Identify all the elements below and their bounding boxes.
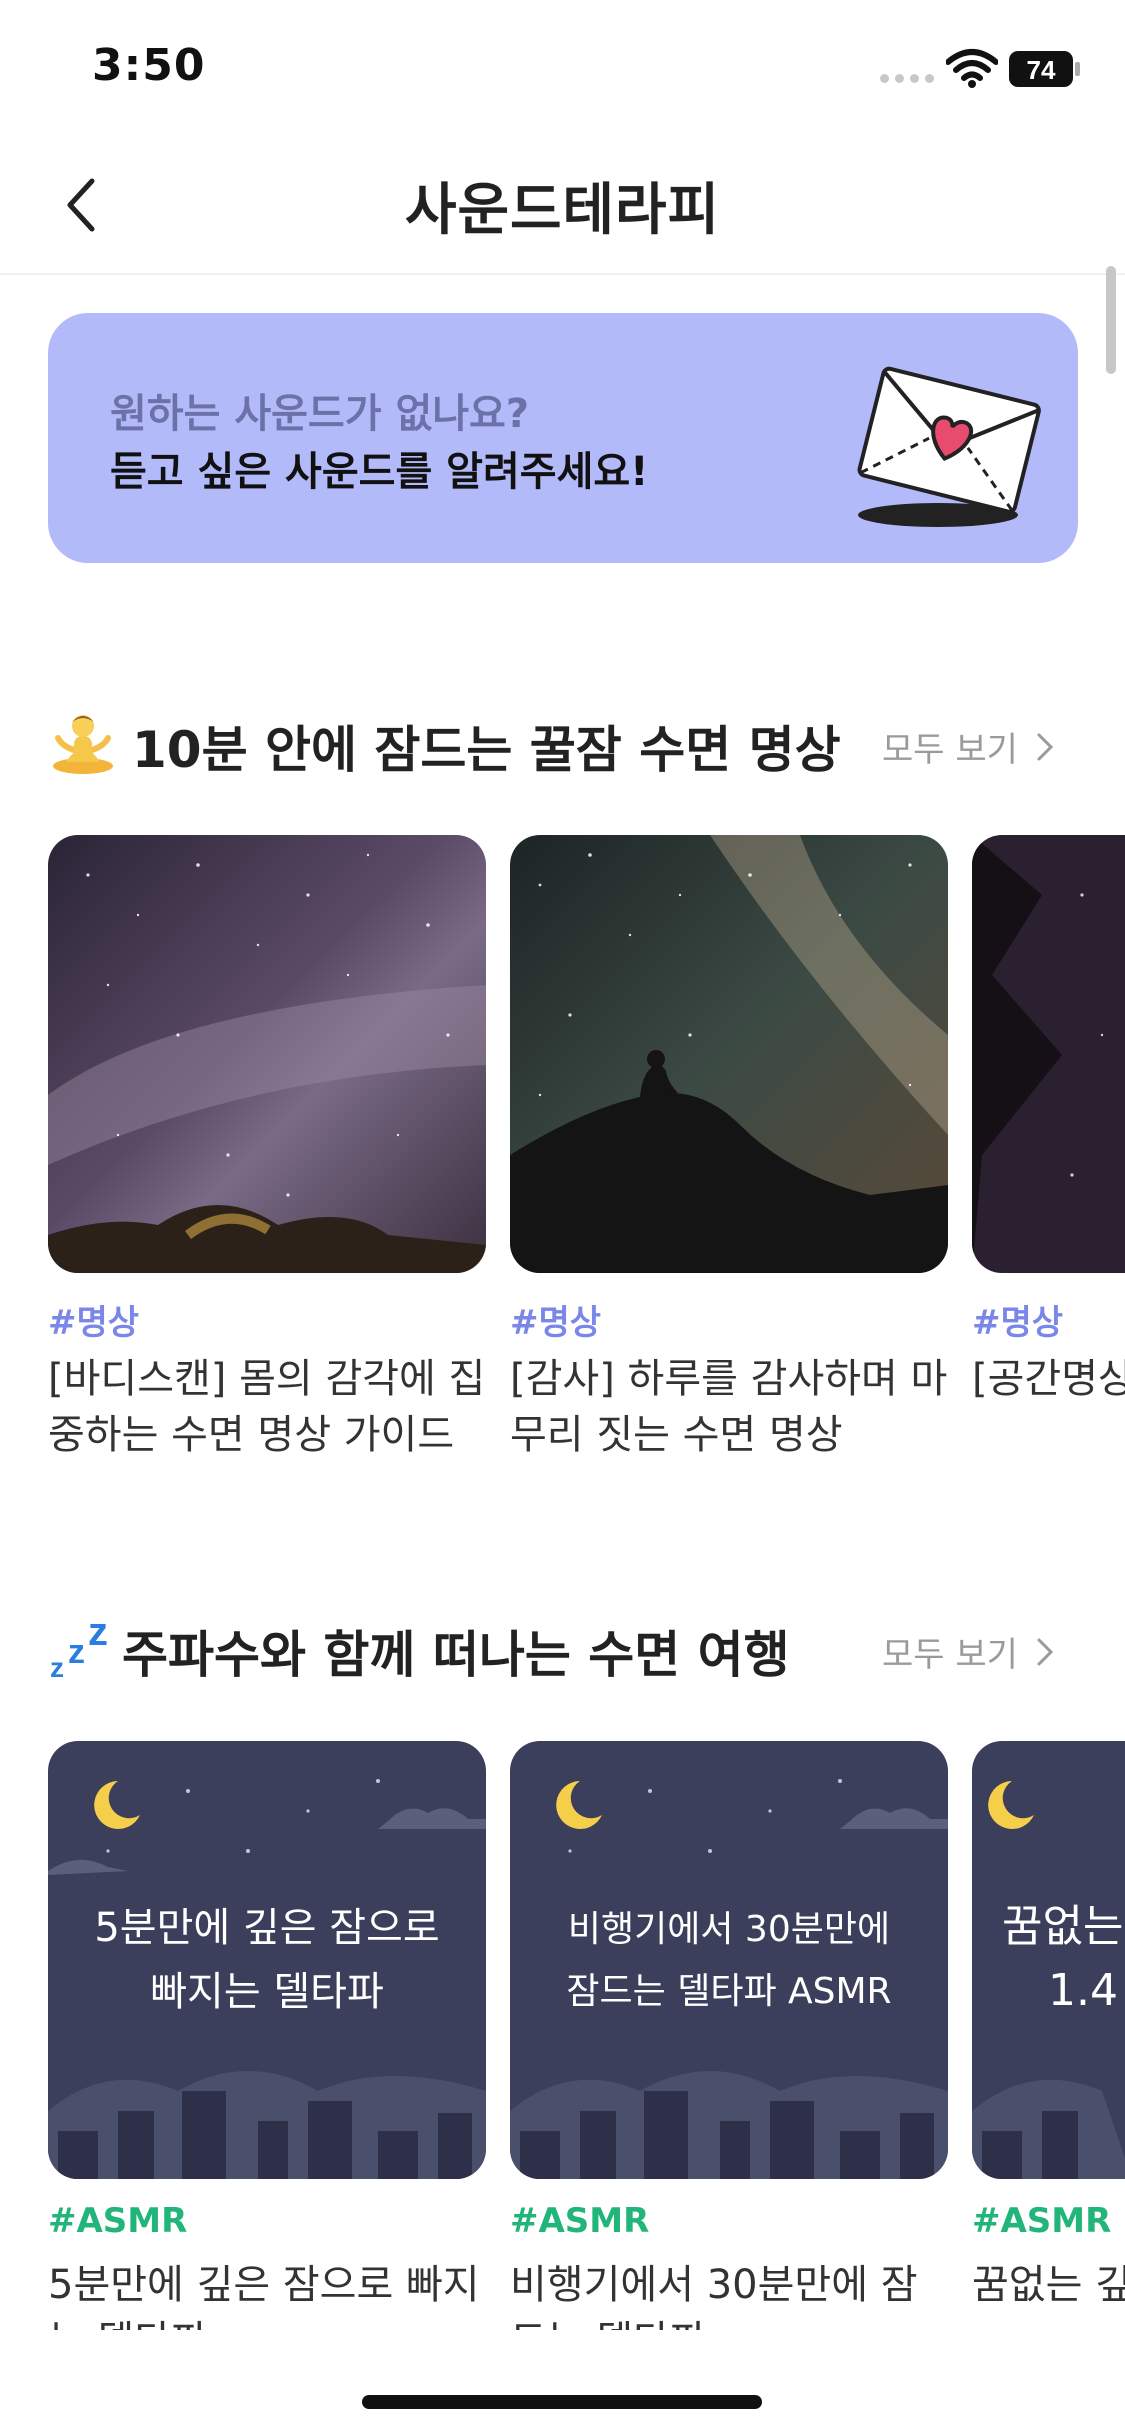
card-thumbnail [972,835,1125,1273]
card-title: [감사] 하루를 감사하며 마무리 짓는 수면 명상 [510,1356,948,1458]
card-tag: #명상 [972,1303,1064,1343]
page-title: 사운드테라피 [404,178,721,243]
see-all-label: 모두 보기 [882,1635,1018,1675]
card-tag: #명상 [48,1303,140,1343]
sound-card[interactable]: 꿈없는 1.4 #ASMR 꿈없는 깊 [972,1741,1125,2381]
thumb-caption-line2: 잠드는 델타파 ASMR [566,1971,891,2012]
thumb-caption-line1: 5분만에 깊은 잠으로 [94,1905,439,1951]
card-tag: #ASMR [510,2201,650,2241]
card-title: [공간명상 는 공간에 [972,1356,1125,1402]
card-title: [바디스캔] 몸의 감각에 집중하는 수면 명상 가이드 [48,1356,486,1458]
card-thumbnail: 5분만에 깊은 잠으로 빠지는 델타파 [48,1741,486,2179]
chevron-right-icon [1037,1638,1054,1665]
banner-title: 듣고 싶은 사운드를 알려주세요! [110,449,649,495]
wifi-icon [946,49,998,88]
thumb-caption-line1: 꿈없는 [1002,1901,1123,1952]
battery-icon: 74 [1008,50,1082,88]
meditation-emoji-icon [53,715,113,774]
svg-text:z: z [68,1633,85,1671]
see-all-label: 모두 보기 [882,730,1018,770]
battery-level: 74 [1027,55,1056,85]
section-header-meditation: 10분 안에 잠드는 꿀잠 수면 명상 모두 보기 [48,700,1078,780]
section-title: 주파수와 함께 떠나는 수면 여행 [122,1626,790,1684]
card-thumbnail [48,835,486,1273]
envelope-heart-icon [857,366,1041,527]
see-all-link[interactable]: 모두 보기 [882,722,1054,771]
card-tag: #ASMR [972,2201,1112,2241]
sound-request-banner[interactable]: 원하는 사운드가 없나요? 듣고 싶은 사운드를 알려주세요! [48,313,1078,563]
card-thumbnail: 꿈없는 1.4 [972,1741,1125,2179]
banner-subtitle: 원하는 사운드가 없나요? [110,391,530,437]
thumb-caption-line2: 빠지는 델타파 [150,1969,384,2015]
svg-text:z: z [50,1652,64,1681]
zzz-emoji-icon: z z z [50,1611,108,1681]
nav-bar: 사운드테라피 [0,135,1125,275]
card-thumbnail [510,835,948,1273]
chevron-right-icon [1037,733,1054,760]
svg-text:z: z [88,1611,108,1654]
section-header-frequency: z z z 주파수와 함께 떠나는 수면 여행 모두 보기 [48,1605,1078,1685]
status-time: 3:50 [92,40,206,91]
bottom-safe-area [0,2330,1125,2436]
home-indicator[interactable] [362,2395,762,2409]
card-title: 꿈없는 깊 [972,2262,1125,2308]
thumb-caption-line2: 1.4 [1048,1965,1118,2016]
scrollbar[interactable] [1106,266,1116,374]
thumb-caption-line1: 비행기에서 30분만에 [568,1909,890,1950]
see-all-link[interactable]: 모두 보기 [882,1627,1054,1676]
status-bar: 3:50 74 [0,0,1125,135]
sound-card[interactable]: #명상 [공간명상 는 공간에 [972,835,1125,1475]
card-thumbnail: 비행기에서 30분만에 잠드는 델타파 ASMR [510,1741,948,2179]
cellular-signal-icon [880,74,934,83]
card-tag: #명상 [510,1303,602,1343]
section-title: 10분 안에 잠드는 꿀잠 수면 명상 [132,721,841,779]
card-tag: #ASMR [48,2201,188,2241]
